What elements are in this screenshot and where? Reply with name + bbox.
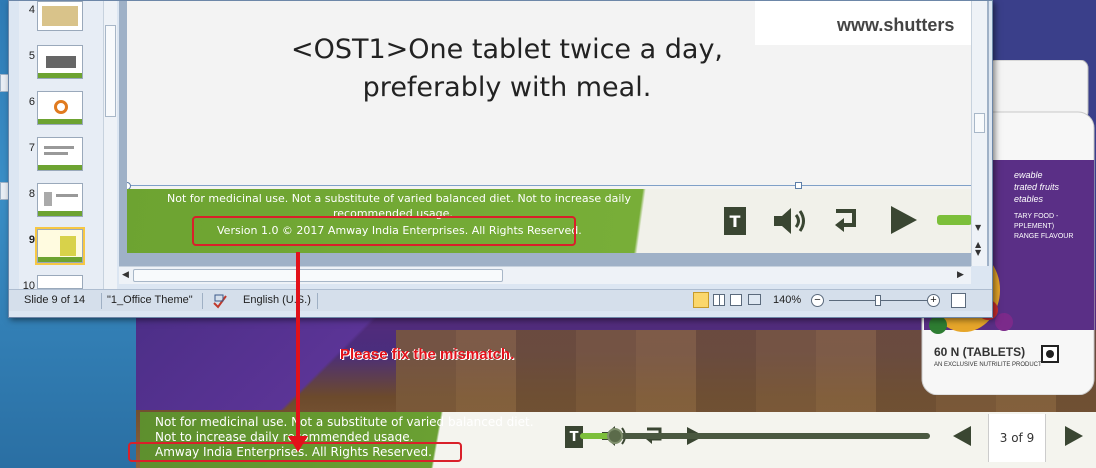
stock-image-watermark: www.shutters <box>755 1 972 45</box>
thumbnail-number: 4 <box>28 4 35 16</box>
slide-thumbnail-4[interactable] <box>37 1 83 31</box>
slide-thumbnail-6[interactable] <box>37 91 83 125</box>
selection-line <box>127 185 972 186</box>
slide-thumbnail-10[interactable] <box>37 275 83 289</box>
annotation-arrow <box>296 252 300 440</box>
slide-show-icon[interactable] <box>748 294 761 305</box>
product-label-flavour: RANGE FLAVOUR <box>1014 233 1073 240</box>
thumbnail-number: 9 <box>28 234 35 246</box>
status-divider <box>317 293 318 309</box>
zoom-level[interactable]: 140% <box>773 294 801 306</box>
product-label-line1: ewable <box>1014 170 1043 180</box>
slide-seek-bar <box>937 215 972 225</box>
normal-view-icon[interactable] <box>693 292 709 308</box>
zoom-in-icon[interactable]: + <box>927 294 940 307</box>
thumbnail-scroll-thumb[interactable] <box>105 25 116 117</box>
slide-disclaimer-line1: Not for medicinal use. Not a substitute … <box>167 192 631 205</box>
seek-bar[interactable] <box>580 428 930 444</box>
thumbnail-number: 8 <box>28 188 35 200</box>
slide-thumbnail-8[interactable] <box>37 183 83 217</box>
watermark-text: www.shutters <box>837 15 955 35</box>
slide-sorter-icon[interactable] <box>713 294 725 306</box>
slide-replay-icon <box>835 209 856 232</box>
zoom-out-icon[interactable]: − <box>811 294 824 307</box>
previous-icon[interactable] <box>950 424 974 448</box>
previous-slide-icon[interactable]: ▲ ▼ <box>975 241 981 257</box>
vertical-scroll-thumb[interactable] <box>974 113 985 133</box>
slide-main-text[interactable]: <OST1>One tablet twice a day, preferably… <box>257 31 757 107</box>
horizontal-scrollbar[interactable]: ◀ ▶ <box>119 266 971 284</box>
thumbnail-number: 6 <box>28 96 35 108</box>
status-bar: Slide 9 of 14 "1_Office Theme" English (… <box>9 289 992 311</box>
horizontal-scroll-thumb[interactable] <box>133 269 503 282</box>
product-tagline: AN EXCLUSIVE NUTRILITE PRODUCT <box>934 362 1042 368</box>
product-label-food: TARY FOOD - <box>1014 213 1059 220</box>
annotation-note: Please fix the mismatch. <box>340 346 515 363</box>
slide-play-icon <box>891 206 917 234</box>
annotation-arrowhead <box>288 436 308 452</box>
slide-text-line2: preferably with meal. <box>362 72 652 103</box>
page-counter: 3 of 9 <box>988 414 1046 462</box>
zoom-slider-thumb[interactable] <box>875 295 881 306</box>
highlight-box-slide-copyright <box>192 216 576 246</box>
theme-name[interactable]: "1_Office Theme" <box>107 294 193 306</box>
selection-handle[interactable] <box>795 182 802 189</box>
slide-volume-icon <box>774 208 805 234</box>
slide-transcript-button[interactable]: T <box>724 207 746 235</box>
fit-to-window-icon[interactable] <box>951 293 966 308</box>
status-divider <box>202 293 203 309</box>
slide-counter: Slide 9 of 14 <box>24 294 86 306</box>
status-divider <box>101 293 102 309</box>
spell-check-icon[interactable] <box>212 293 228 309</box>
thumbnail-number: 5 <box>28 50 35 62</box>
thumbnail-number: 7 <box>28 142 35 154</box>
reading-view-icon[interactable] <box>730 294 742 306</box>
scroll-down-icon[interactable]: ▼ <box>975 223 981 232</box>
seek-thumb[interactable] <box>607 428 623 444</box>
powerpoint-window: 4 5 6 7 8 9 10 www.shutters <OST1>One ta… <box>8 0 993 318</box>
product-label-supplement: PPLEMENT) <box>1014 223 1054 230</box>
scroll-right-icon[interactable]: ▶ <box>957 270 964 280</box>
product-count: 60 N (TABLETS) <box>934 345 1025 359</box>
vertical-scrollbar[interactable]: ▼ ▲ ▼ <box>971 1 987 266</box>
player-disclaimer-line1: Not for medicinal use. Not a substitute … <box>155 415 534 429</box>
product-label-line3: etables <box>1014 194 1044 204</box>
language-indicator[interactable]: English (U.S.) <box>243 294 311 306</box>
slide-text-line1: <OST1>One tablet twice a day, <box>291 34 723 65</box>
slide-thumbnail-7[interactable] <box>37 137 83 171</box>
slide-thumbnail-9[interactable] <box>35 227 85 265</box>
slide-thumbnail-pane: 4 5 6 7 8 9 10 <box>19 1 117 292</box>
next-icon[interactable] <box>1062 424 1086 448</box>
thumbnail-scrollbar[interactable] <box>103 1 117 289</box>
slide-thumbnail-5[interactable] <box>37 45 83 79</box>
scroll-left-icon[interactable]: ◀ <box>122 270 129 280</box>
product-label-line2: trated fruits <box>1014 182 1060 192</box>
